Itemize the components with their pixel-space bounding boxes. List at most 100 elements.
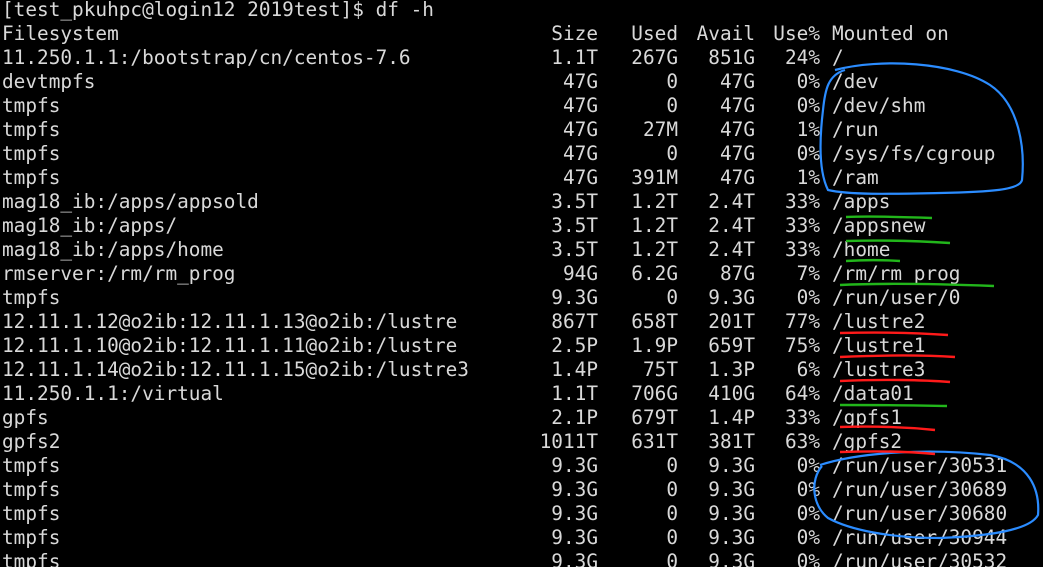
row-used: 267G <box>631 46 678 69</box>
row-mounted-on: /run/user/0 <box>832 286 961 309</box>
row-mounted-on: /run/user/30944 <box>832 526 1008 549</box>
row-avail: 410G <box>708 382 755 405</box>
row-filesystem: 11.250.1.1:/virtual <box>2 382 224 405</box>
row-used: 631T <box>631 430 678 453</box>
row-size: 3.5T <box>551 238 598 261</box>
row-avail: 2.4T <box>708 214 755 237</box>
row-size: 1011T <box>539 430 598 453</box>
row-size: 47G <box>562 70 598 93</box>
df-row: 12.11.1.10@o2ib:12.11.1.11@o2ib:/lustre 2… <box>2 334 1042 358</box>
row-mounted-on: /apps <box>832 190 891 213</box>
row-mounted-on: /sys/fs/cgroup <box>832 142 996 165</box>
row-use-percent: 77% <box>784 310 820 333</box>
row-used: 1.2T <box>631 214 678 237</box>
row-used: 706G <box>631 382 678 405</box>
row-avail: 87G <box>719 262 755 285</box>
row-used: 0 <box>666 478 678 501</box>
row-avail: 47G <box>719 166 755 189</box>
df-row: 12.11.1.12@o2ib:12.11.1.13@o2ib:/lustre 8… <box>2 310 1042 334</box>
df-row: tmpfs 47G 0 47G 0% /dev/shm <box>2 94 1042 118</box>
df-row: tmpfs 9.3G 0 9.3G 0% /run/user/30532 <box>2 550 1042 567</box>
df-row: tmpfs 9.3G 0 9.3G 0% /run/user/30944 <box>2 526 1042 550</box>
row-size: 867T <box>551 310 598 333</box>
row-filesystem: tmpfs <box>2 94 61 117</box>
df-row: tmpfs 9.3G 0 9.3G 0% /run/user/30689 <box>2 478 1042 502</box>
row-used: 0 <box>666 94 678 117</box>
row-filesystem: 12.11.1.10@o2ib:12.11.1.11@o2ib:/lustre <box>2 334 458 357</box>
row-size: 1.1T <box>551 382 598 405</box>
row-mounted-on: /lustre2 <box>832 310 926 333</box>
row-filesystem: tmpfs <box>2 166 61 189</box>
row-mounted-on: /run/user/30531 <box>832 454 1008 477</box>
df-row: tmpfs 47G 391M 47G 1% /ram <box>2 166 1042 190</box>
row-avail: 381T <box>708 430 755 453</box>
row-use-percent: 63% <box>784 430 820 453</box>
terminal-window[interactable]: [test_pkuhpc@login12 2019test]$ df -h Fi… <box>0 0 1043 567</box>
row-filesystem: 12.11.1.12@o2ib:12.11.1.13@o2ib:/lustre <box>2 310 458 333</box>
header-mounted-on: Mounted on <box>832 22 949 45</box>
row-mounted-on: /home <box>832 238 891 261</box>
row-size: 9.3G <box>551 454 598 477</box>
row-filesystem: gpfs2 <box>2 430 61 453</box>
row-used: 27M <box>642 118 678 141</box>
row-use-percent: 75% <box>784 334 820 357</box>
df-row: devtmpfs 47G 0 47G 0% /dev <box>2 70 1042 94</box>
row-mounted-on: /run/user/30689 <box>832 478 1008 501</box>
df-row: tmpfs 47G 0 47G 0% /sys/fs/cgroup <box>2 142 1042 166</box>
row-size: 47G <box>562 118 598 141</box>
row-filesystem: tmpfs <box>2 526 61 549</box>
row-size: 2.1P <box>551 406 598 429</box>
row-size: 94G <box>562 262 598 285</box>
row-use-percent: 7% <box>796 262 820 285</box>
df-row: tmpfs 9.3G 0 9.3G 0% /run/user/30531 <box>2 454 1042 478</box>
row-use-percent: 0% <box>796 286 820 309</box>
row-use-percent: 6% <box>796 358 820 381</box>
df-row: tmpfs 9.3G 0 9.3G 0% /run/user/0 <box>2 286 1042 310</box>
header-use-percent: Use% <box>773 22 820 45</box>
row-used: 0 <box>666 550 678 567</box>
row-use-percent: 64% <box>784 382 820 405</box>
row-use-percent: 33% <box>784 190 820 213</box>
row-avail: 2.4T <box>708 238 755 261</box>
df-row: 11.250.1.1:/bootstrap/cn/centos-7.6 1.1T 2… <box>2 46 1042 70</box>
row-avail: 47G <box>719 142 755 165</box>
row-filesystem: devtmpfs <box>2 70 96 93</box>
row-mounted-on: /run <box>832 118 879 141</box>
row-avail: 9.3G <box>708 502 755 525</box>
row-filesystem: mag18_ib:/apps/ <box>2 214 178 237</box>
row-used: 75T <box>642 358 678 381</box>
row-mounted-on: / <box>832 46 844 69</box>
df-header-row: Filesystem Size Used Avail Use% Mounted … <box>2 22 1042 46</box>
row-use-percent: 1% <box>796 166 820 189</box>
row-filesystem: 12.11.1.14@o2ib:12.11.1.15@o2ib:/lustre3 <box>2 358 469 381</box>
row-filesystem: tmpfs <box>2 118 61 141</box>
row-mounted-on: /lustre1 <box>832 334 926 357</box>
row-avail: 851G <box>708 46 755 69</box>
row-used: 0 <box>666 286 678 309</box>
row-use-percent: 0% <box>796 478 820 501</box>
row-use-percent: 1% <box>796 118 820 141</box>
row-use-percent: 0% <box>796 142 820 165</box>
row-used: 391M <box>631 166 678 189</box>
row-avail: 9.3G <box>708 526 755 549</box>
df-row: tmpfs 47G 27M 47G 1% /run <box>2 118 1042 142</box>
row-used: 658T <box>631 310 678 333</box>
row-mounted-on: /ram <box>832 166 879 189</box>
row-size: 3.5T <box>551 190 598 213</box>
row-size: 9.3G <box>551 526 598 549</box>
row-use-percent: 0% <box>796 94 820 117</box>
df-row: mag18_ib:/apps/home 3.5T 1.2T 2.4T 33% /home <box>2 238 1042 262</box>
header-used: Used <box>631 22 678 45</box>
row-filesystem: gpfs <box>2 406 49 429</box>
df-row: mag18_ib:/apps/3.5T 1.2T 2.4T 33% /appsnew <box>2 214 1042 238</box>
row-filesystem: tmpfs <box>2 142 61 165</box>
df-row: gpfs2 1011T 631T 381T 63% /gpfs2 <box>2 430 1042 454</box>
row-mounted-on: /dev <box>832 70 879 93</box>
row-avail: 9.3G <box>708 478 755 501</box>
row-avail: 9.3G <box>708 454 755 477</box>
row-avail: 47G <box>719 118 755 141</box>
row-filesystem: tmpfs <box>2 550 61 567</box>
df-row: 11.250.1.1:/virtual 1.1T 706G 410G 64% /data0… <box>2 382 1042 406</box>
row-use-percent: 24% <box>784 46 820 69</box>
row-size: 9.3G <box>551 550 598 567</box>
